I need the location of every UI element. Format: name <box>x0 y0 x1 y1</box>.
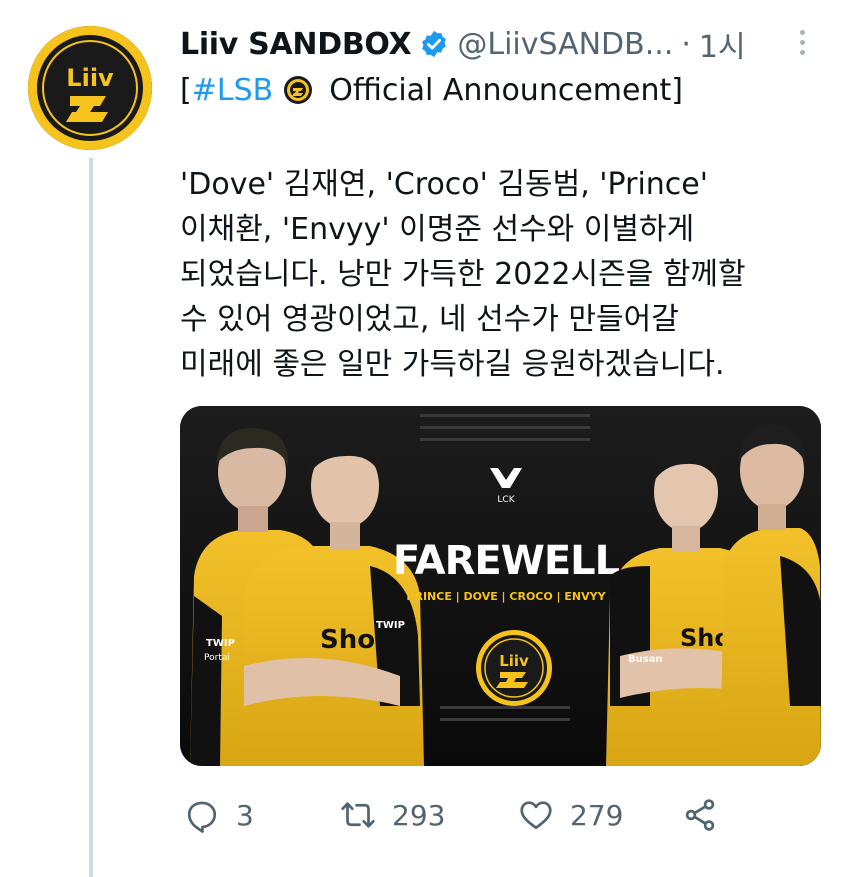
retweet-icon <box>341 802 375 828</box>
liiv-sandbox-logo: Liiv <box>476 630 552 706</box>
thread-line <box>89 158 93 877</box>
farewell-headline: FAREWELL <box>393 538 620 584</box>
like-icon <box>520 801 552 830</box>
verified-badge-icon <box>422 30 447 58</box>
announcement-line: [ #LSB Official Announcement ] <box>180 68 683 112</box>
retweet-count: 293 <box>392 798 446 832</box>
svg-text:TWIP: TWIP <box>376 620 405 631</box>
svg-text:Sho: Sho <box>320 625 375 655</box>
separator-dot: · <box>681 26 691 62</box>
open-bracket: [ <box>180 72 192 108</box>
hashtag-link[interactable]: #LSB <box>192 73 273 108</box>
body-line: 이채환, 'Envyy' 이명준 선수와 이별하게 <box>180 212 695 247</box>
body-line: 수 있어 영광이었고, 네 선수가 만들어갈 <box>180 302 679 337</box>
reply-icon <box>187 801 217 833</box>
tweet-actions: 3 293 279 <box>180 790 820 840</box>
tweet-body: 'Dove' 김재연, 'Croco' 김동범, 'Prince' 이채환, '… <box>180 162 820 387</box>
body-line: 'Dove' 김재연, 'Croco' 김동범, 'Prince' <box>180 167 708 202</box>
avatar[interactable]: Liiv <box>28 26 152 150</box>
reply-button[interactable]: 3 <box>184 790 254 840</box>
like-button[interactable]: 279 <box>518 790 623 840</box>
close-bracket: ] <box>671 72 683 108</box>
like-count: 279 <box>570 798 624 832</box>
share-button[interactable] <box>682 790 718 840</box>
body-line: 미래에 좋은 일만 가득하길 응원하겠습니다. <box>180 347 725 382</box>
players-list: PRINCE | DOVE | CROCO | ENVYY <box>406 590 606 603</box>
tweet-media-image[interactable]: Sho TWIP TWIP Portal LCK FAREWELL PRINCE… <box>180 406 821 766</box>
svg-text:TWIP: TWIP <box>206 638 235 649</box>
announcement-title: Official Announcement <box>329 72 672 108</box>
reply-count: 3 <box>236 798 254 832</box>
svg-text:Liiv: Liiv <box>66 64 114 92</box>
svg-text:Liiv: Liiv <box>499 652 529 670</box>
tweet-header: Liiv SANDBOX @LiivSANDB... · 1시 <box>180 22 746 66</box>
svg-text:Portal: Portal <box>204 653 230 663</box>
svg-text:LCK: LCK <box>497 495 515 505</box>
sandbox-emoji-icon <box>284 76 313 104</box>
retweet-button[interactable]: 293 <box>340 790 445 840</box>
share-icon <box>685 799 715 831</box>
liiv-sandbox-logo: Liiv <box>30 28 150 148</box>
user-handle[interactable]: @LiivSANDB... <box>457 27 673 62</box>
body-line: 되었습니다. 낭만 가득한 2022시즌을 함께할 <box>180 257 746 292</box>
more-options-icon[interactable] <box>792 22 812 62</box>
display-name[interactable]: Liiv SANDBOX <box>180 27 412 62</box>
farewell-graphic: Sho TWIP TWIP Portal LCK FAREWELL PRINCE… <box>180 406 821 766</box>
svg-text:Busan: Busan <box>628 654 663 665</box>
timestamp[interactable]: 1시 <box>699 22 746 66</box>
